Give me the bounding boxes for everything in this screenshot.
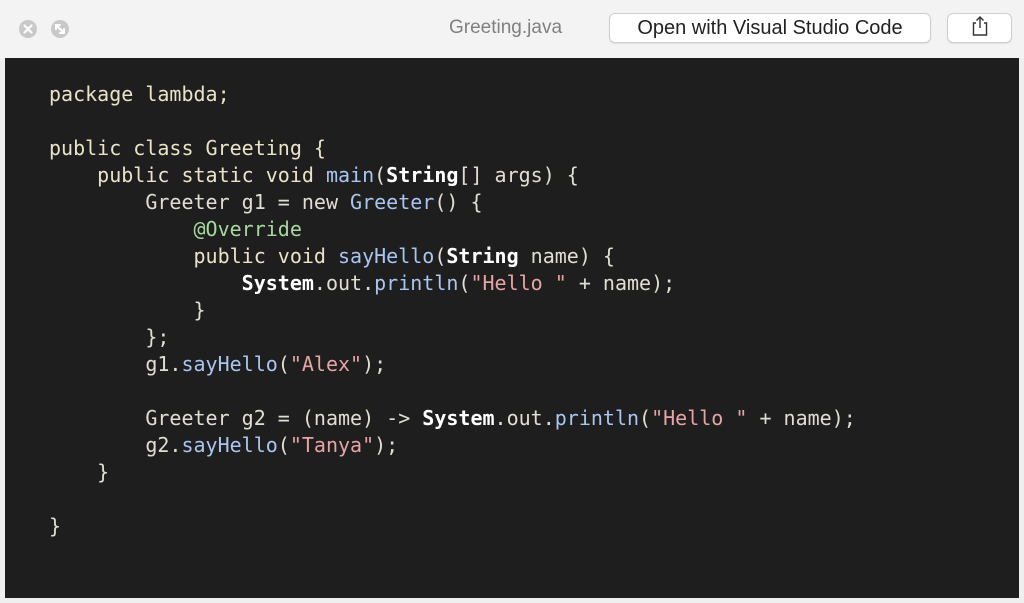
code-token: println [374,271,459,295]
code-token: public static void [49,163,326,187]
code-token: } [49,514,62,538]
code-token: "Hello " [651,406,748,430]
open-with-vscode-button[interactable]: Open with Visual Studio Code [609,13,931,43]
code-token: Greeter [350,190,435,214]
code-token: .out. [494,406,555,430]
code-token: } [49,460,110,484]
code-token: @Override [49,217,302,241]
code-token: sayHello [181,352,278,376]
code-token: sayHello [181,433,278,457]
code-line: System.out.println("Hello " + name); [49,270,856,297]
code-token: ); [374,433,399,457]
code-token: ); [362,352,387,376]
code-token: public class Greeting { [49,136,326,160]
code-token: sayHello [337,244,435,268]
window-title: Greeting.java [449,17,563,38]
title-bar: Greeting.java Open with Visual Studio Co… [0,0,1024,58]
code-token: public void [49,244,338,268]
code-token: println [554,406,640,430]
code-token: String [386,163,459,187]
code-token: "Tanya" [289,433,375,457]
code-token: ( [277,352,290,376]
code-token: Greeter g1 = new [49,190,351,214]
code-block: package lambda; public class Greeting { p… [49,81,856,540]
share-icon [970,15,990,42]
code-token: String [446,244,519,268]
code-token: "Hello " [470,271,567,295]
code-token: ( [434,244,447,268]
code-line: @Override [49,216,856,243]
code-line: }; [49,324,856,351]
share-button[interactable] [947,13,1012,43]
code-token: main [325,163,375,187]
code-token: + name); [566,271,676,295]
code-token: System [241,271,314,295]
code-token: ( [458,271,471,295]
code-token: }; [49,325,170,349]
code-token: g1. [49,352,182,376]
code-line: Greeter g2 = (name) -> System.out.printl… [49,405,856,432]
code-line: package lambda; [49,81,856,108]
code-token: name) { [518,244,615,268]
code-line: public static void main(String[] args) { [49,162,856,189]
code-token: + name); [747,406,856,430]
minimize-icon[interactable] [51,20,69,38]
open-button-label: Open with Visual Studio Code [637,16,903,39]
code-token: Greeter g2 = (name) -> [49,406,423,430]
code-token: [] args) { [458,163,579,187]
code-line: g1.sayHello("Alex"); [49,351,856,378]
code-token: System [422,406,495,430]
code-token: .out. [313,271,375,295]
code-token: package lambda; [49,82,230,106]
code-line: public class Greeting { [49,135,856,162]
code-token: g2. [49,433,182,457]
code-token: ( [277,433,290,457]
close-icon[interactable] [19,20,37,38]
code-token: "Alex" [289,352,363,376]
code-token: ( [639,406,652,430]
code-line: g2.sayHello("Tanya"); [49,432,856,459]
code-token: () { [434,190,483,214]
code-line: } [49,297,856,324]
code-line: public void sayHello(String name) { [49,243,856,270]
code-token: } [49,298,206,322]
quicklook-window: Greeting.java Open with Visual Studio Co… [0,0,1024,603]
code-line: } [49,513,856,540]
code-token: ( [374,163,387,187]
code-line: } [49,459,856,486]
code-line: Greeter g1 = new Greeter() { [49,189,856,216]
